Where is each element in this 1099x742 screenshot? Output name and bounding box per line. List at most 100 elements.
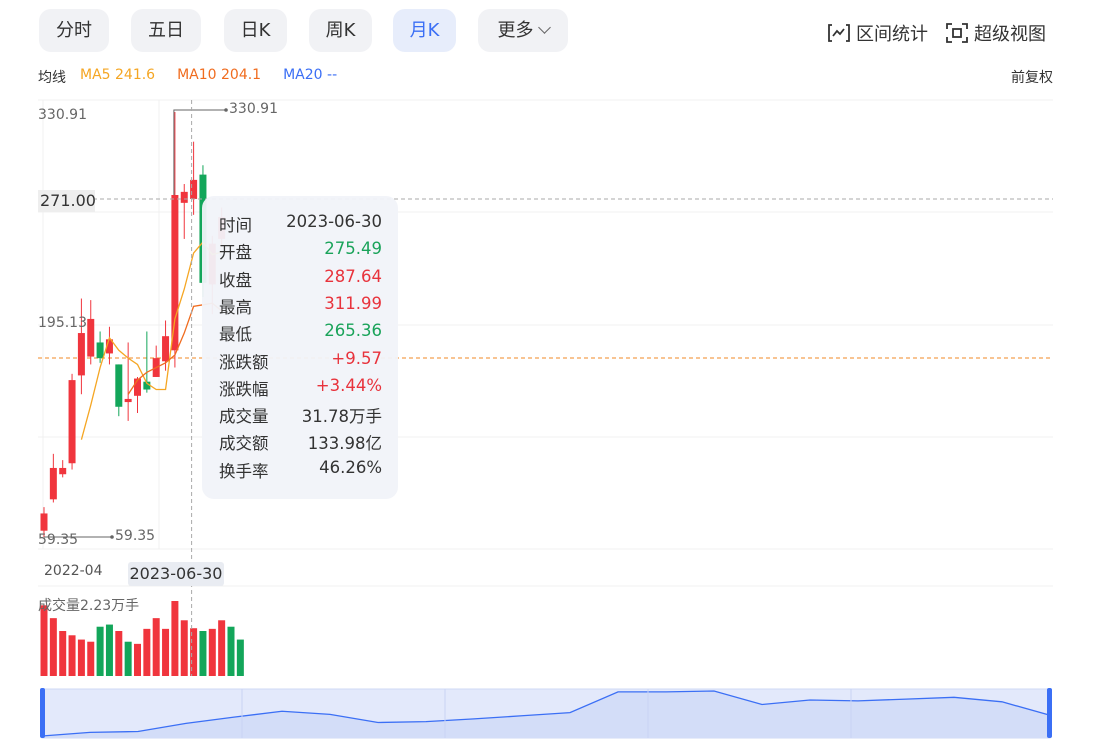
candle-body	[96, 342, 104, 359]
tooltip-key: 换手率	[219, 461, 269, 481]
tooltip-row: 时间 2023-06-30	[219, 212, 382, 239]
volume-bar	[105, 624, 113, 676]
candle-body	[190, 179, 198, 199]
range-stats-icon	[828, 24, 850, 42]
volume-bar	[218, 620, 226, 676]
range-stats-label: 区间统计	[856, 24, 928, 45]
y-axis-mid-label: 195.13	[38, 315, 87, 331]
tooltip-row: 涨跌幅 +3.44%	[219, 376, 382, 403]
ma5-legend: MA5 241.6	[80, 67, 156, 83]
volume-bar	[143, 628, 151, 676]
tooltip-key: 最低	[219, 325, 252, 345]
volume-bar	[171, 601, 179, 676]
tooltip-key: 涨跌幅	[219, 379, 269, 399]
candle-body	[77, 333, 85, 376]
tooltip-key: 时间	[219, 216, 252, 235]
tooltip-key: 涨跌额	[219, 352, 269, 372]
tooltip-value: 133.98亿	[307, 434, 382, 454]
tab-more-label: 更多	[497, 20, 534, 41]
tab-weekly-k[interactable]: 周K	[309, 9, 372, 52]
tooltip-value: 311.99	[324, 293, 382, 313]
min-price-marker: 59.35	[115, 528, 156, 544]
tooltip-value: 275.49	[324, 239, 382, 259]
volume-bar	[77, 639, 85, 676]
volume-bar	[236, 639, 244, 676]
tooltip-row: 最低 265.36	[219, 321, 382, 348]
ma5-line	[80, 241, 222, 440]
candle-body	[171, 195, 179, 351]
tooltip-row: 成交量 31.78万手	[219, 403, 382, 430]
candle-body	[134, 378, 141, 396]
chevron-down-icon	[537, 21, 551, 34]
volume-bar	[115, 631, 123, 676]
range-stats-button[interactable]: 区间统计	[828, 20, 928, 46]
crosshair-date-label: 2023-06-30	[128, 562, 224, 586]
tooltip-value: 46.26%	[319, 457, 382, 477]
candle-body	[115, 364, 123, 407]
tab-more[interactable]: 更多	[478, 9, 568, 52]
tab-daily-k[interactable]: 日K	[224, 9, 287, 52]
min-marker-dot	[110, 535, 114, 539]
navigator-line	[41, 690, 1051, 737]
navigator-left-handle	[40, 688, 45, 738]
super-view-button[interactable]: 超级视图	[946, 20, 1046, 46]
volume-bar	[40, 605, 48, 676]
candle-body	[105, 339, 113, 354]
kline-chart[interactable]	[0, 0, 1099, 742]
tooltip-row: 最高 311.99	[219, 294, 382, 321]
candle-body	[162, 336, 170, 362]
volume-bar	[208, 628, 216, 676]
expand-view-icon	[946, 23, 968, 43]
adjust-mode-button[interactable]: 前复权	[1011, 67, 1053, 87]
ma-legend: 均线 MA5 241.6 MA10 204.1 MA20 --	[38, 67, 359, 87]
tooltip-row: 收盘 287.64	[219, 267, 382, 294]
navigator-area	[42, 691, 1050, 738]
candle-body	[68, 380, 76, 464]
candle-body	[40, 513, 48, 531]
crosshair-price-label: 271.00	[38, 190, 96, 212]
volume-bar	[180, 620, 188, 676]
ma-legend-title: 均线	[38, 70, 66, 86]
y-axis-min-label: 59.35	[38, 532, 79, 548]
tab-intraday[interactable]: 分时	[39, 9, 109, 52]
tooltip-key: 成交量	[219, 407, 269, 427]
tooltip-value: +3.44%	[315, 375, 382, 395]
candle-body	[124, 398, 132, 403]
tooltip-value: 287.64	[324, 266, 382, 286]
tooltip-key: 成交额	[219, 434, 269, 454]
volume-bar	[96, 626, 104, 676]
volume-bar	[59, 631, 67, 676]
candle-body	[152, 358, 160, 377]
tooltip-key: 开盘	[219, 243, 252, 263]
volume-bar	[190, 628, 198, 676]
tooltip-key: 收盘	[219, 270, 252, 290]
max-price-marker: 330.91	[229, 101, 278, 117]
candle-body	[59, 467, 67, 475]
volume-bar	[134, 643, 141, 676]
tooltip-row: 成交额 133.98亿	[219, 430, 382, 457]
tooltip-value: +9.57	[331, 348, 382, 368]
volume-bar	[68, 635, 76, 676]
candle-body	[143, 381, 151, 390]
candle-tooltip: 时间 2023-06-30 开盘 275.49 收盘 287.64 最高 311.99 最低 26…	[202, 196, 398, 499]
volume-bar	[49, 618, 57, 676]
volume-bar	[87, 641, 95, 676]
tab-five-day[interactable]: 五日	[131, 9, 201, 52]
navigator-right-handle	[1047, 688, 1052, 738]
volume-bar	[227, 626, 235, 676]
tooltip-row: 换手率 46.26%	[219, 458, 382, 485]
volume-bar	[199, 631, 207, 676]
volume-bar	[162, 628, 170, 676]
volume-label: 成交量2.23万手	[38, 598, 140, 614]
candle-body	[87, 318, 95, 357]
y-axis-max-label: 330.91	[38, 107, 87, 123]
max-marker-dot	[224, 108, 228, 112]
tab-monthly-k[interactable]: 月K	[393, 9, 456, 52]
ma10-legend: MA10 204.1	[177, 67, 262, 83]
tooltip-key: 最高	[219, 297, 252, 317]
candle-body	[49, 467, 57, 500]
volume-bar	[152, 618, 160, 676]
tooltip-row: 涨跌额 +9.57	[219, 349, 382, 376]
max-marker-line	[173, 109, 226, 196]
candle-body	[180, 191, 188, 203]
